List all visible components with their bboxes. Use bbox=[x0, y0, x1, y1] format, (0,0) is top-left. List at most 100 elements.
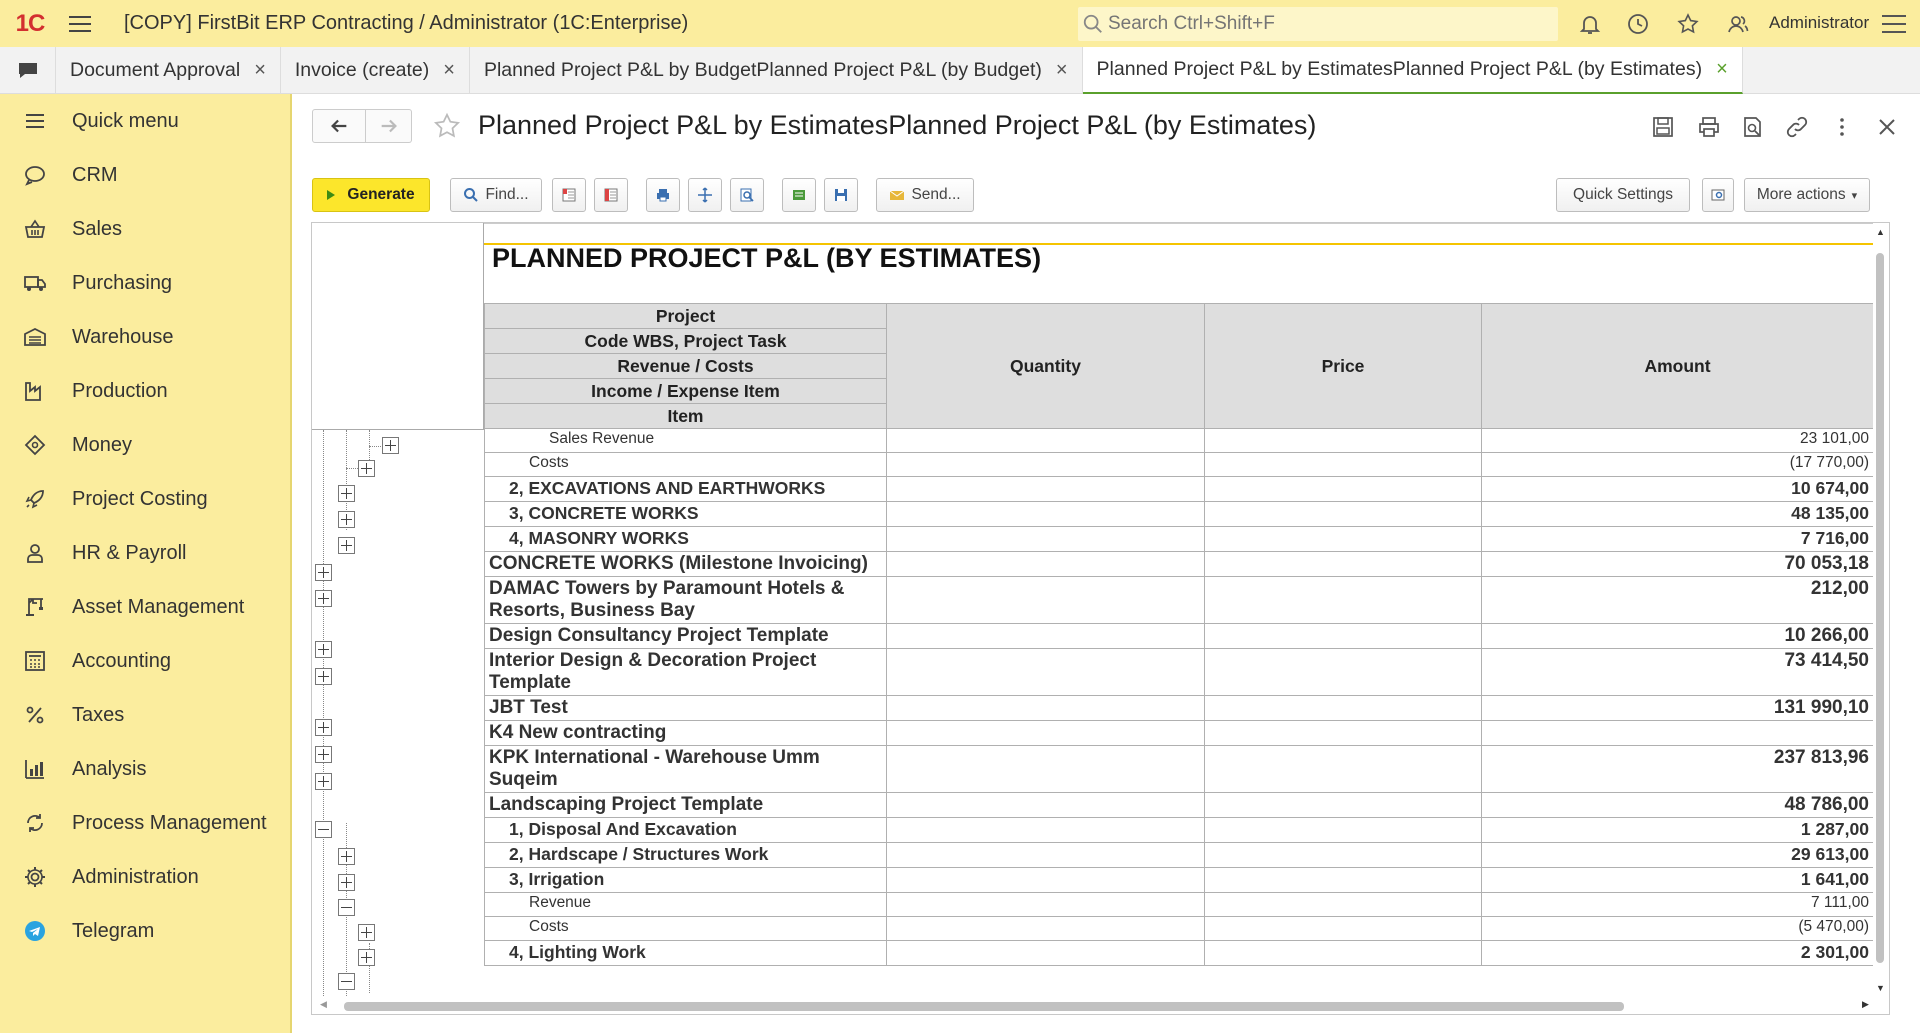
close-icon[interactable]: × bbox=[254, 59, 266, 82]
horizontal-scroll-thumb[interactable] bbox=[344, 1002, 1624, 1011]
add-to-favorites-star-icon[interactable] bbox=[432, 111, 462, 141]
app-logo[interactable]: 1C bbox=[0, 0, 60, 47]
vertical-scrollbar[interactable]: ▲ ▼ bbox=[1873, 223, 1889, 998]
tab-pl-by-budget[interactable]: Planned Project P&L by BudgetPlanned Pro… bbox=[469, 47, 1083, 93]
table-row[interactable]: JBT Test 131 990,10 bbox=[484, 695, 1874, 721]
sidebar-item-quick-menu[interactable]: Quick menu bbox=[0, 94, 290, 148]
table-row[interactable]: Design Consultancy Project Template 10 26… bbox=[484, 623, 1874, 649]
export-excel-button[interactable] bbox=[782, 178, 816, 212]
sidebar-item-administration[interactable]: Administration bbox=[0, 850, 290, 904]
close-icon[interactable]: × bbox=[1056, 59, 1068, 82]
sidebar-item-hr-payroll[interactable]: HR & Payroll bbox=[0, 526, 290, 580]
table-row[interactable]: DAMAC Towers by Paramount Hotels & Resor… bbox=[484, 576, 1874, 624]
scroll-right-arrow-icon[interactable]: ▶ bbox=[1862, 999, 1869, 1010]
expand-toggle[interactable] bbox=[338, 537, 355, 554]
table-row[interactable]: Costs (17 770,00) bbox=[484, 452, 1874, 477]
horizontal-scrollbar[interactable]: ◀ ▶ bbox=[312, 997, 1889, 1014]
close-icon[interactable] bbox=[1874, 114, 1900, 140]
preview-icon[interactable] bbox=[1740, 114, 1766, 140]
print-preview-button[interactable] bbox=[730, 178, 764, 212]
table-row[interactable]: K4 New contracting bbox=[484, 720, 1874, 746]
global-search[interactable] bbox=[1078, 7, 1558, 41]
expand-toggle[interactable] bbox=[315, 564, 332, 581]
generate-button[interactable]: Generate bbox=[312, 178, 430, 212]
table-row[interactable]: Sales Revenue 23 101,00 bbox=[484, 428, 1874, 453]
print-button[interactable] bbox=[646, 178, 680, 212]
table-row[interactable]: CONCRETE WORKS (Milestone Invoicing) 70 0… bbox=[484, 551, 1874, 577]
tab-pl-by-estimates[interactable]: Planned Project P&L by EstimatesPlanned … bbox=[1082, 47, 1743, 94]
collapse-groups-button[interactable] bbox=[552, 178, 586, 212]
sidebar-item-telegram[interactable]: Telegram bbox=[0, 904, 290, 958]
tab-document-approval[interactable]: Document Approval × bbox=[56, 47, 281, 93]
expand-toggle[interactable] bbox=[315, 746, 332, 763]
save-icon[interactable] bbox=[1650, 114, 1676, 140]
table-row[interactable]: Landscaping Project Template 48 786,00 bbox=[484, 792, 1874, 818]
sidebar-item-taxes[interactable]: Taxes bbox=[0, 688, 290, 742]
report-spreadsheet[interactable]: PLANNED PROJECT P&L (BY ESTIMATES) Proje… bbox=[311, 222, 1890, 1015]
table-row[interactable]: Interior Design & Decoration Project Tem… bbox=[484, 648, 1874, 696]
table-row[interactable]: 3, Irrigation 1 641,00 bbox=[484, 867, 1874, 893]
bell-icon[interactable] bbox=[1576, 10, 1604, 38]
more-actions-button[interactable]: More actions ▾ bbox=[1744, 178, 1870, 212]
save-file-button[interactable] bbox=[824, 178, 858, 212]
expand-toggle[interactable] bbox=[315, 773, 332, 790]
expand-toggle[interactable] bbox=[315, 641, 332, 658]
sidebar-item-sales[interactable]: Sales bbox=[0, 202, 290, 256]
sidebar-item-production[interactable]: Production bbox=[0, 364, 290, 418]
table-row[interactable]: 4, Lighting Work 2 301,00 bbox=[484, 940, 1874, 966]
expand-toggle[interactable] bbox=[358, 460, 375, 477]
more-vertical-icon[interactable] bbox=[1829, 114, 1855, 140]
close-icon[interactable]: × bbox=[443, 59, 455, 82]
user-name[interactable]: Administrator bbox=[1769, 13, 1869, 33]
table-row[interactable]: 1, Disposal And Excavation 1 287,00 bbox=[484, 817, 1874, 843]
expand-toggle[interactable] bbox=[358, 949, 375, 966]
sidebar-item-project-costing[interactable]: Project Costing bbox=[0, 472, 290, 526]
sidebar-item-accounting[interactable]: Accounting bbox=[0, 634, 290, 688]
scroll-left-arrow-icon[interactable]: ◀ bbox=[320, 999, 327, 1010]
collapse-toggle[interactable] bbox=[315, 821, 332, 838]
expand-toggle[interactable] bbox=[338, 485, 355, 502]
close-icon[interactable]: × bbox=[1716, 58, 1728, 81]
print-icon[interactable] bbox=[1696, 114, 1722, 140]
collapse-toggle[interactable] bbox=[338, 899, 355, 916]
find-button[interactable]: Find... bbox=[450, 178, 542, 212]
table-row[interactable]: 4, MASONRY WORKS 7 716,00 bbox=[484, 526, 1874, 552]
sidebar-item-asset-management[interactable]: Asset Management bbox=[0, 580, 290, 634]
table-row[interactable]: Costs (5 470,00) bbox=[484, 916, 1874, 941]
collapse-toggle[interactable] bbox=[338, 973, 355, 990]
settings-menu-icon[interactable] bbox=[1880, 13, 1908, 35]
table-row[interactable]: 2, Hardscape / Structures Work 29 613,00 bbox=[484, 842, 1874, 868]
tab-invoice-create[interactable]: Invoice (create) × bbox=[280, 47, 470, 93]
chat-icon[interactable] bbox=[0, 47, 56, 93]
table-row[interactable]: 2, EXCAVATIONS AND EARTHWORKS 10 674,00 bbox=[484, 476, 1874, 502]
scroll-up-arrow-icon[interactable]: ▲ bbox=[1876, 227, 1885, 237]
expand-toggle[interactable] bbox=[315, 668, 332, 685]
sidebar-item-process-management[interactable]: Process Management bbox=[0, 796, 290, 850]
table-row[interactable]: 3, CONCRETE WORKS 48 135,00 bbox=[484, 501, 1874, 527]
table-row[interactable]: Revenue 7 111,00 bbox=[484, 892, 1874, 917]
users-icon[interactable] bbox=[1724, 10, 1752, 38]
expand-toggle[interactable] bbox=[382, 437, 399, 454]
favorites-star-icon[interactable] bbox=[1674, 10, 1702, 38]
sidebar-item-purchasing[interactable]: Purchasing bbox=[0, 256, 290, 310]
sidebar-item-crm[interactable]: CRM bbox=[0, 148, 290, 202]
expand-toggle[interactable] bbox=[315, 719, 332, 736]
vertical-scroll-thumb[interactable] bbox=[1876, 253, 1884, 963]
forward-button[interactable] bbox=[366, 109, 412, 143]
expand-toggle[interactable] bbox=[338, 874, 355, 891]
scroll-down-arrow-icon[interactable]: ▼ bbox=[1876, 983, 1885, 993]
fit-page-button[interactable] bbox=[688, 178, 722, 212]
expand-toggle[interactable] bbox=[338, 511, 355, 528]
expand-toggle[interactable] bbox=[338, 848, 355, 865]
quick-settings-button[interactable]: Quick Settings bbox=[1556, 178, 1690, 212]
report-settings-button[interactable] bbox=[1702, 178, 1734, 212]
sidebar-item-warehouse[interactable]: Warehouse bbox=[0, 310, 290, 364]
expand-toggle[interactable] bbox=[315, 590, 332, 607]
send-button[interactable]: Send... bbox=[876, 178, 974, 212]
link-icon[interactable] bbox=[1784, 114, 1810, 140]
history-icon[interactable] bbox=[1624, 10, 1652, 38]
search-input[interactable] bbox=[1108, 13, 1548, 35]
back-button[interactable] bbox=[312, 109, 366, 143]
sidebar-item-money[interactable]: Money bbox=[0, 418, 290, 472]
sidebar-item-analysis[interactable]: Analysis bbox=[0, 742, 290, 796]
